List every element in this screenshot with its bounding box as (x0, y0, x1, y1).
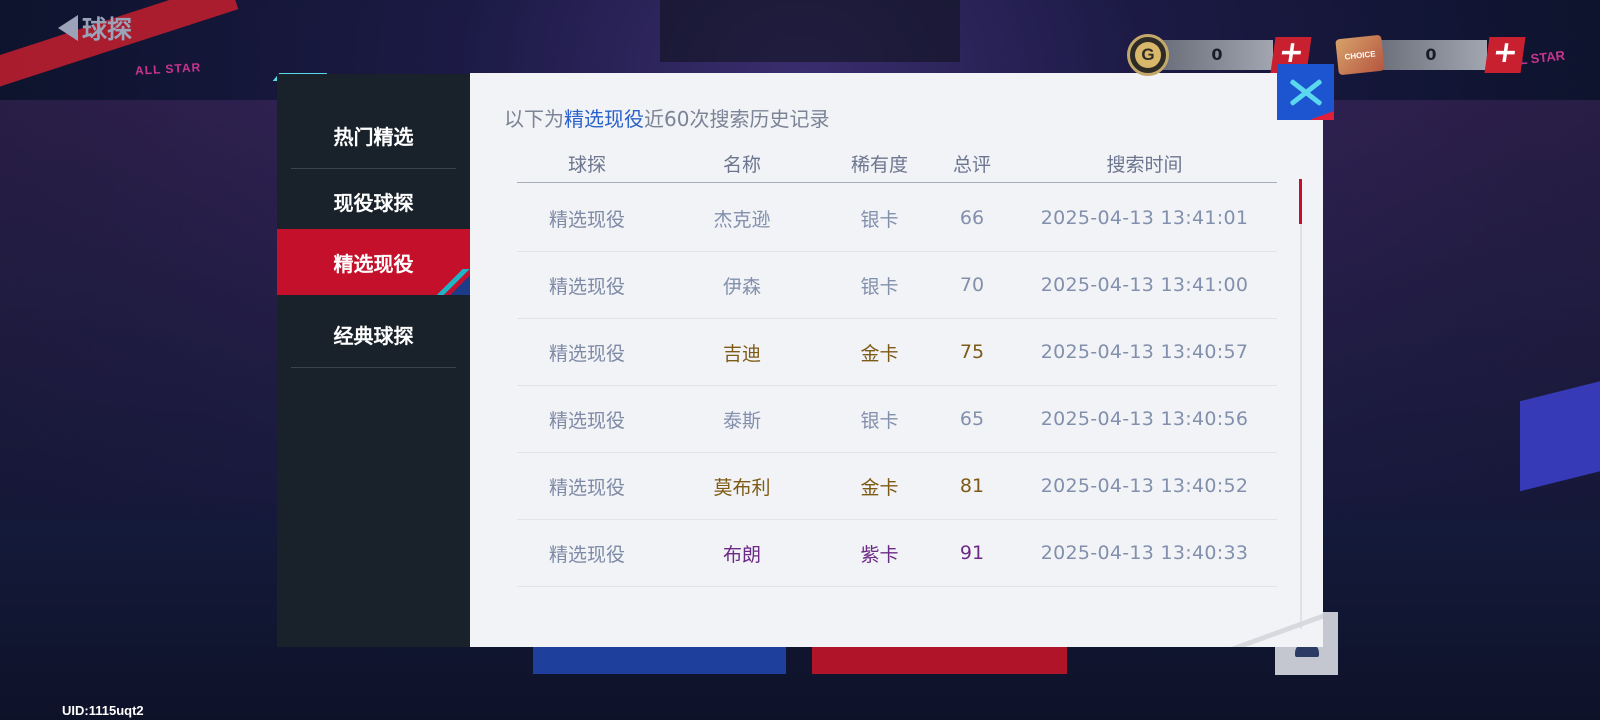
cell-time: 2025-04-13 13:40:33 (1040, 542, 1249, 564)
cell-name: 吉迪 (722, 342, 761, 365)
modal-sidebar: 热门精选 现役球探 精选现役 经典球探 (277, 74, 470, 647)
sidebar-item-hot-picks[interactable]: 热门精选 (291, 103, 456, 169)
cell-name: 杰克逊 (713, 208, 771, 231)
sidebar-item-label: 现役球探 (333, 191, 414, 215)
cell-time: 2025-04-13 13:40:56 (1040, 408, 1249, 430)
cell-rating: 91 (959, 542, 985, 564)
column-header-time: 搜索时间 (1106, 154, 1183, 176)
history-panel: 以下为精选现役近60次搜索历史记录 球探 名称 稀有度 总评 搜索时间 精选现役… (470, 73, 1323, 647)
cell-name: 布朗 (722, 543, 761, 566)
add-choice-button[interactable]: + (1484, 35, 1526, 73)
allstar-banner-left: ALL STAR (134, 60, 202, 78)
table-row: 精选现役 伊森 银卡 70 2025-04-13 13:41:00 (517, 252, 1277, 319)
column-header-rating: 总评 (952, 154, 991, 176)
column-header-scout: 球探 (567, 154, 606, 176)
cell-name: 莫布利 (713, 476, 771, 499)
table-row: 精选现役 莫布利 金卡 81 2025-04-13 13:40:52 (517, 453, 1277, 520)
close-button[interactable] (1277, 64, 1334, 120)
cell-rating: 81 (959, 475, 985, 497)
table-row: 精选现役 泰斯 银卡 65 2025-04-13 13:40:56 (517, 386, 1277, 453)
column-header-name: 名称 (722, 154, 761, 176)
table-row: 精选现役 吉迪 金卡 75 2025-04-13 13:40:57 (517, 319, 1277, 386)
column-header-rarity: 稀有度 (850, 154, 908, 176)
cell-time: 2025-04-13 13:40:52 (1040, 475, 1249, 497)
choice-ticket-icon: CHOICE (1335, 34, 1385, 75)
table-row: 精选现役 杰克逊 银卡 66 2025-04-13 13:41:01 (517, 185, 1277, 252)
g-coin-icon: G (1127, 33, 1169, 76)
cell-scout: 精选现役 (548, 476, 625, 499)
cell-rarity: 银卡 (860, 409, 899, 432)
cell-time: 2025-04-13 13:41:00 (1040, 274, 1249, 296)
table-row: 精选现役 布朗 紫卡 91 2025-04-13 13:40:33 (517, 520, 1277, 587)
draw-ten-button[interactable] (812, 647, 1067, 674)
cell-time: 2025-04-13 13:41:01 (1040, 207, 1249, 229)
draw-once-button[interactable] (533, 647, 786, 674)
sidebar-item-label: 经典球探 (333, 324, 414, 348)
arena-scoreboard (660, 0, 960, 62)
arena-stands-left (0, 100, 280, 520)
cell-rarity: 银卡 (860, 208, 899, 231)
cell-rarity: 金卡 (860, 476, 899, 499)
sidebar-item-active-scout[interactable]: 现役球探 (291, 169, 456, 235)
cell-rating: 70 (959, 274, 985, 296)
heading-highlight: 精选现役 (564, 107, 644, 131)
sidebar-item-label: 精选现役 (333, 251, 414, 276)
cell-rating: 75 (959, 341, 985, 363)
user-id: UID:1115uqt2 (62, 703, 144, 718)
cell-time: 2025-04-13 13:40:57 (1040, 341, 1249, 363)
cell-scout: 精选现役 (548, 409, 625, 432)
cell-name: 伊森 (722, 275, 761, 298)
sidebar-item-classic-scout[interactable]: 经典球探 (291, 302, 456, 368)
cell-rarity: 银卡 (860, 275, 899, 298)
cell-name: 泰斯 (722, 409, 761, 432)
tab-accent (430, 269, 470, 295)
cell-scout: 精选现役 (548, 208, 625, 231)
g-coin-amount: 0 (1161, 39, 1273, 70)
cell-scout: 精选现役 (548, 543, 625, 566)
choice-amount: 0 (1375, 39, 1487, 70)
cell-rarity: 金卡 (860, 342, 899, 365)
sidebar-item-label: 热门精选 (333, 125, 414, 149)
back-button[interactable]: 球探 (58, 10, 132, 46)
cell-rarity: 紫卡 (860, 543, 899, 566)
history-heading: 以下为精选现役近60次搜索历史记录 (504, 107, 830, 131)
page-title: 球探 (82, 15, 133, 44)
cell-rating: 65 (959, 408, 985, 430)
history-table[interactable]: 精选现役 杰克逊 银卡 66 2025-04-13 13:41:01 精选现役 … (517, 185, 1277, 587)
cell-scout: 精选现役 (548, 342, 625, 365)
scrollbar-track[interactable] (1300, 179, 1302, 629)
cell-scout: 精选现役 (548, 275, 625, 298)
table-header: 球探 名称 稀有度 总评 搜索时间 (517, 145, 1277, 183)
close-icon (1287, 73, 1325, 111)
choice-currency: CHOICE 0 + (1335, 34, 1526, 75)
back-arrow-icon (58, 15, 78, 41)
sidebar-item-selected-active[interactable]: 精选现役 (277, 229, 470, 295)
scrollbar-thumb[interactable] (1299, 179, 1302, 224)
cell-rating: 66 (959, 207, 985, 229)
